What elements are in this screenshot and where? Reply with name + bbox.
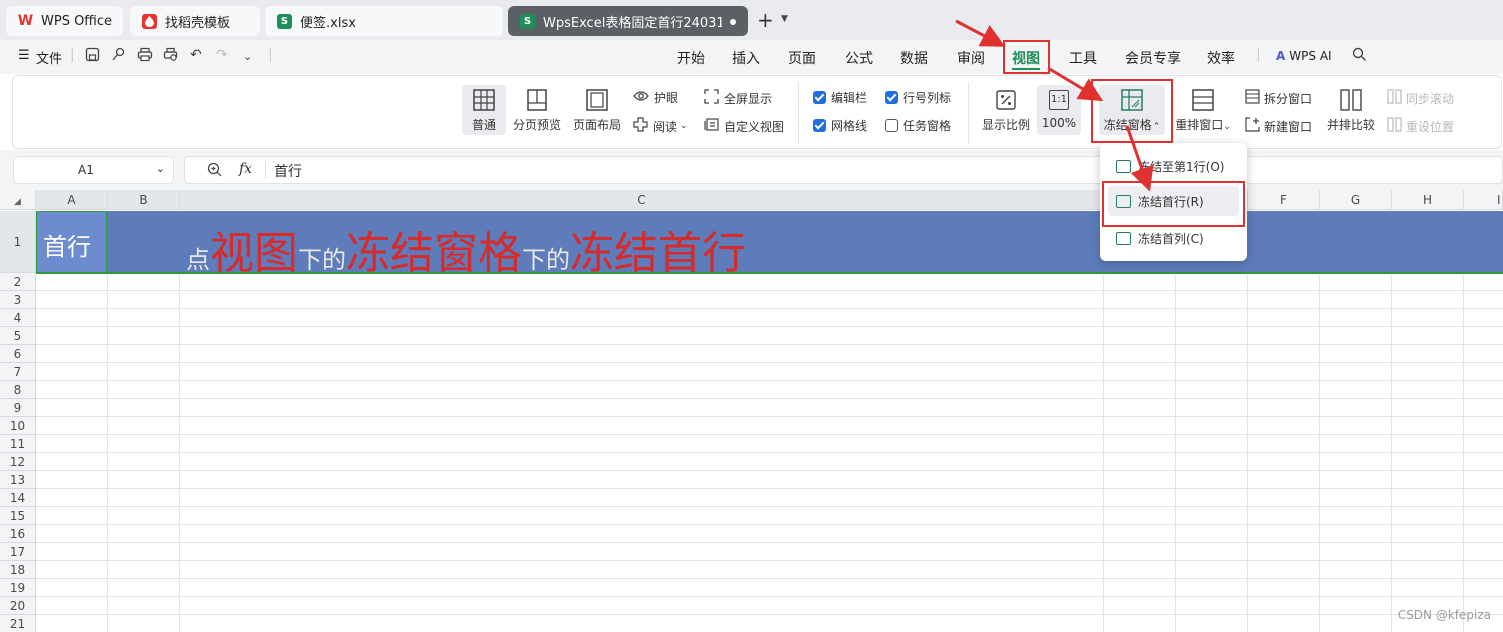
annotation-arrows — [955, 19, 1154, 192]
arrow-to-view-tab — [955, 19, 1006, 47]
arrow-to-freeze-first-row — [1125, 125, 1154, 192]
watermark: CSDN @kfepiza — [1397, 608, 1491, 622]
wps-window: W WPS Office 找稻壳模板 S 便签.xlsx S WpsExcel表… — [0, 0, 1503, 632]
arrow-to-freeze-button — [1047, 66, 1104, 102]
